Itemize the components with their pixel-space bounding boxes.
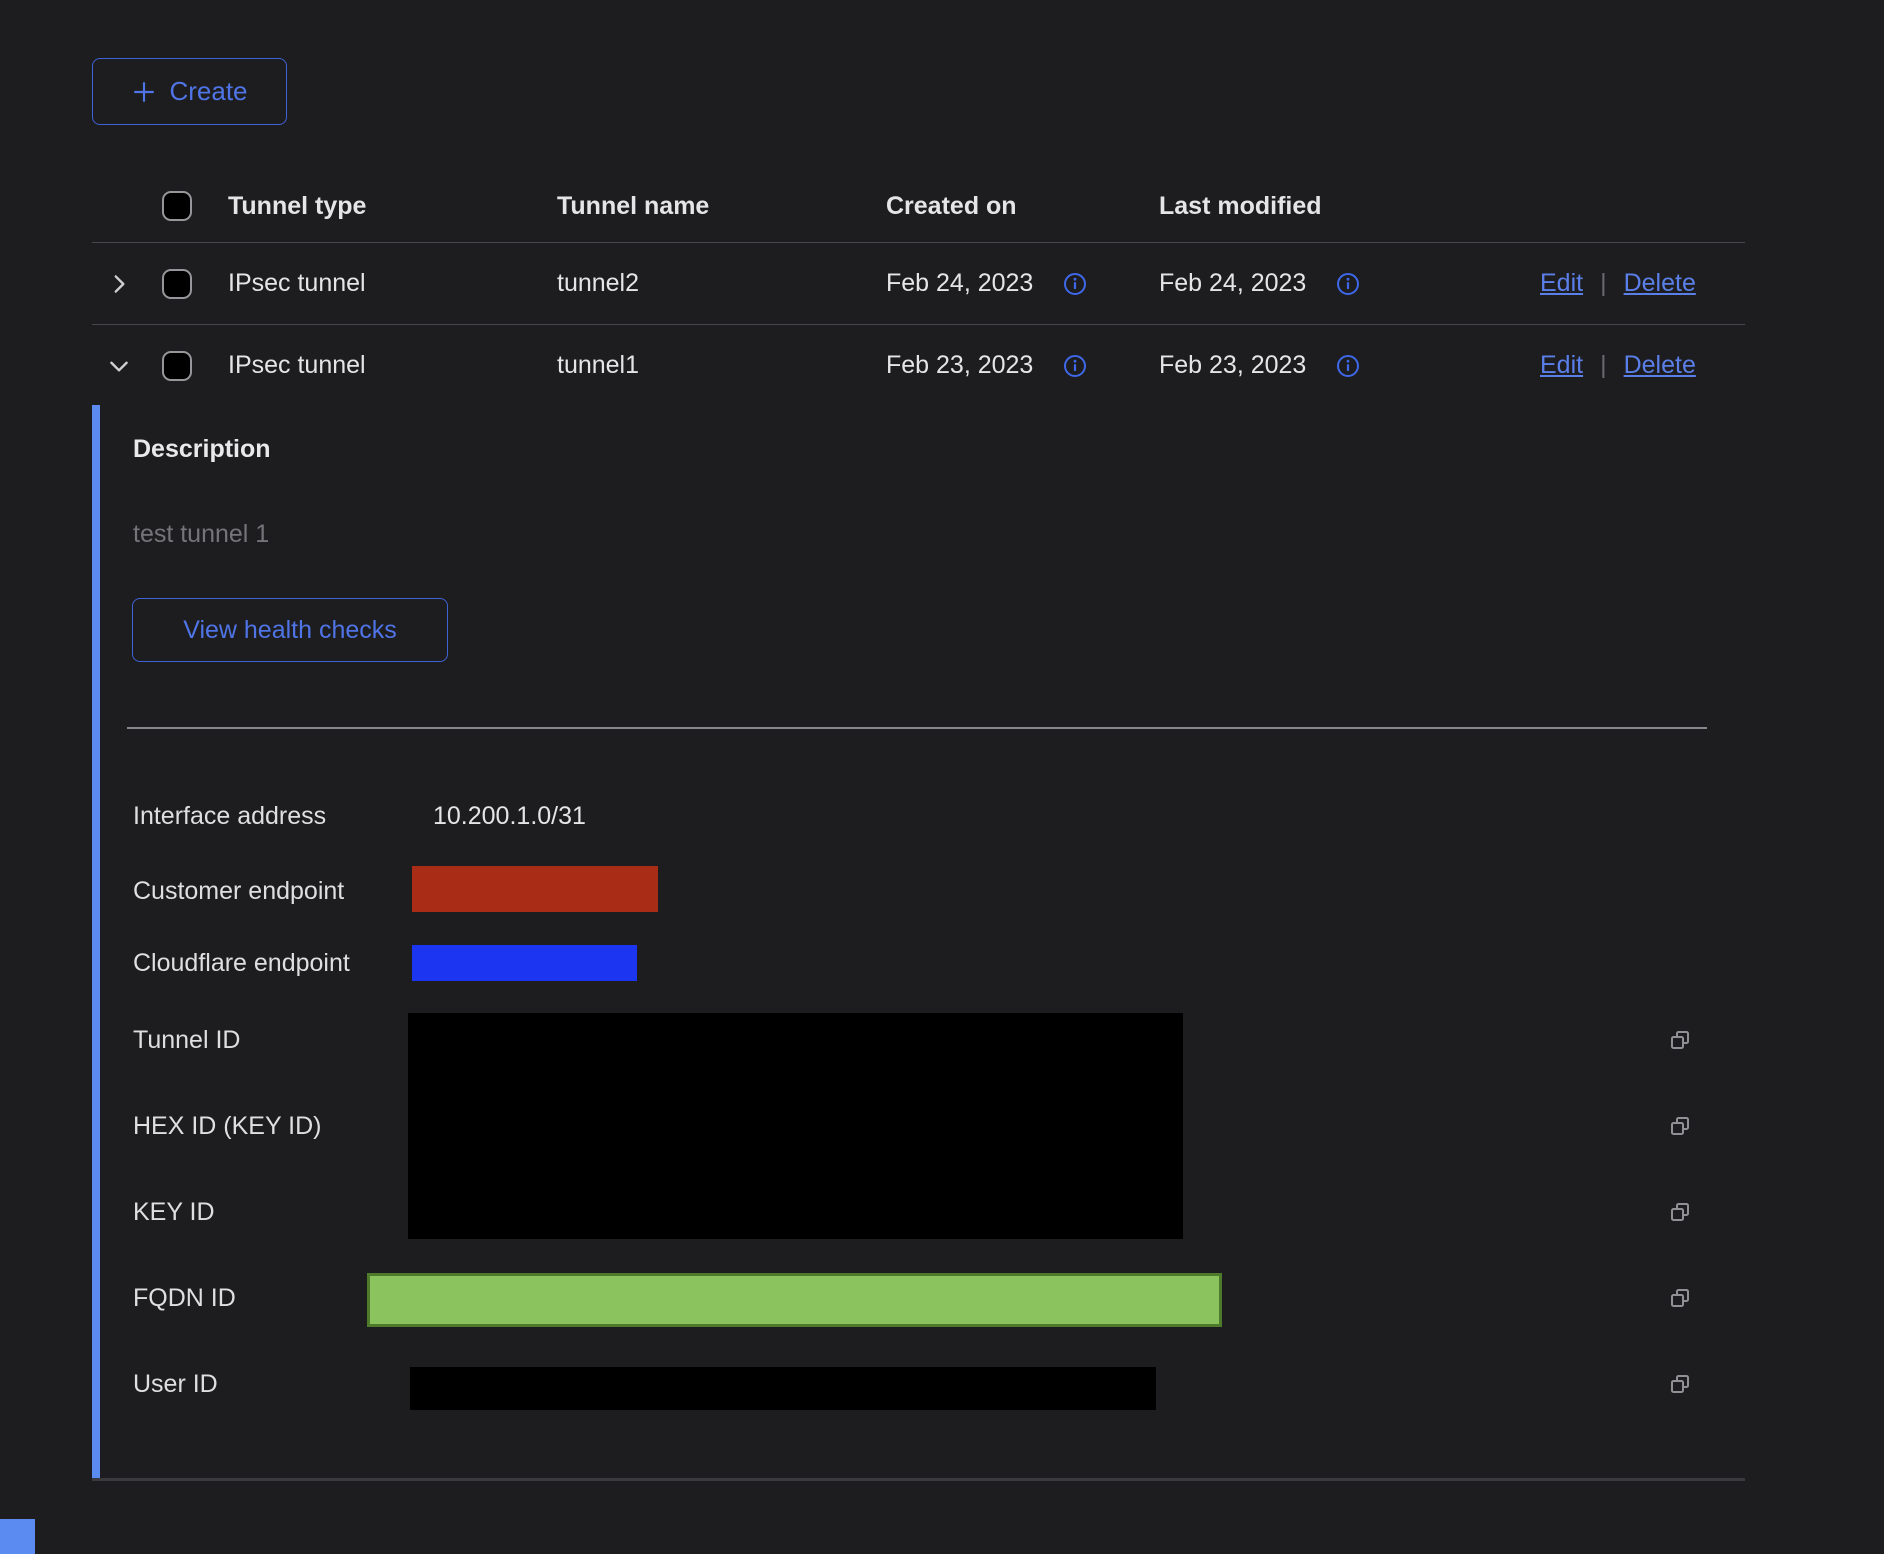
edit-link[interactable]: Edit [1540, 269, 1583, 298]
field-label-cloudflare-endpoint: Cloudflare endpoint [133, 947, 350, 979]
tunnel-type-cell: IPsec tunnel [228, 351, 557, 380]
field-label-tunnel-id: Tunnel ID [133, 1024, 240, 1056]
field-label-interface-address: Interface address [133, 800, 326, 832]
last-modified-cell: Feb 23, 2023 [1159, 351, 1306, 380]
expanded-row-indicator-bar [92, 405, 100, 1478]
copy-icon[interactable] [1668, 1286, 1692, 1310]
tunnel-name-cell: tunnel1 [557, 351, 886, 380]
tunnel-name-cell: tunnel2 [557, 269, 886, 298]
info-icon[interactable] [1336, 354, 1360, 378]
row-checkbox[interactable] [162, 269, 192, 299]
create-button-label: Create [169, 76, 247, 107]
column-header-created-on: Created on [886, 192, 1159, 221]
panel-bottom-border [92, 1478, 1745, 1481]
copy-icon[interactable] [1668, 1114, 1692, 1138]
delete-link[interactable]: Delete [1624, 269, 1696, 298]
copy-icon[interactable] [1668, 1372, 1692, 1396]
select-all-checkbox[interactable] [162, 191, 192, 221]
field-label-customer-endpoint: Customer endpoint [133, 875, 344, 907]
copy-icon[interactable] [1668, 1028, 1692, 1052]
field-label-hex-id: HEX ID (KEY ID) [133, 1110, 321, 1142]
description-heading: Description [133, 435, 271, 464]
view-health-checks-button[interactable]: View health checks [132, 598, 448, 662]
customer-endpoint-redaction [412, 866, 658, 912]
chevron-down-icon[interactable] [106, 353, 132, 379]
field-label-user-id: User ID [133, 1368, 218, 1400]
tunnel-type-cell: IPsec tunnel [228, 269, 557, 298]
chevron-right-icon[interactable] [106, 271, 132, 297]
field-label-fqdn-id: FQDN ID [133, 1282, 236, 1314]
field-label-key-id: KEY ID [133, 1196, 215, 1228]
cloudflare-endpoint-redaction [412, 945, 637, 981]
column-header-tunnel-type: Tunnel type [228, 192, 557, 221]
tunnel-detail-panel: Description test tunnel 1 View health ch… [92, 405, 1745, 1481]
create-button[interactable]: Create [92, 58, 287, 125]
action-separator: | [1600, 269, 1607, 298]
created-on-cell: Feb 23, 2023 [886, 351, 1033, 380]
fqdn-id-redaction [367, 1273, 1222, 1327]
column-header-last-modified: Last modified [1159, 192, 1540, 221]
table-header-row: Tunnel type Tunnel name Created on Last … [92, 170, 1745, 242]
created-on-cell: Feb 24, 2023 [886, 269, 1033, 298]
tunnels-page: Create Tunnel type Tunnel name Created o… [0, 0, 1884, 1554]
interface-address-value: 10.200.1.0/31 [433, 800, 586, 832]
table-row: IPsec tunnel tunnel1 Feb 23, 2023 Feb 23… [92, 324, 1745, 406]
description-value: test tunnel 1 [133, 520, 269, 549]
info-icon[interactable] [1063, 354, 1087, 378]
tunnel-hex-key-id-redaction [408, 1013, 1183, 1239]
section-divider [127, 727, 1707, 729]
delete-link[interactable]: Delete [1624, 351, 1696, 380]
copy-icon[interactable] [1668, 1200, 1692, 1224]
row-checkbox[interactable] [162, 351, 192, 381]
user-id-redaction [410, 1367, 1156, 1410]
edit-link[interactable]: Edit [1540, 351, 1583, 380]
action-separator: | [1600, 351, 1607, 380]
info-icon[interactable] [1063, 272, 1087, 296]
table-row: IPsec tunnel tunnel2 Feb 24, 2023 Feb 24… [92, 242, 1745, 324]
cut-off-blue-element [0, 1519, 35, 1554]
tunnels-table: Tunnel type Tunnel name Created on Last … [92, 170, 1745, 406]
last-modified-cell: Feb 24, 2023 [1159, 269, 1306, 298]
plus-icon [131, 79, 157, 105]
info-icon[interactable] [1336, 272, 1360, 296]
column-header-tunnel-name: Tunnel name [557, 192, 886, 221]
